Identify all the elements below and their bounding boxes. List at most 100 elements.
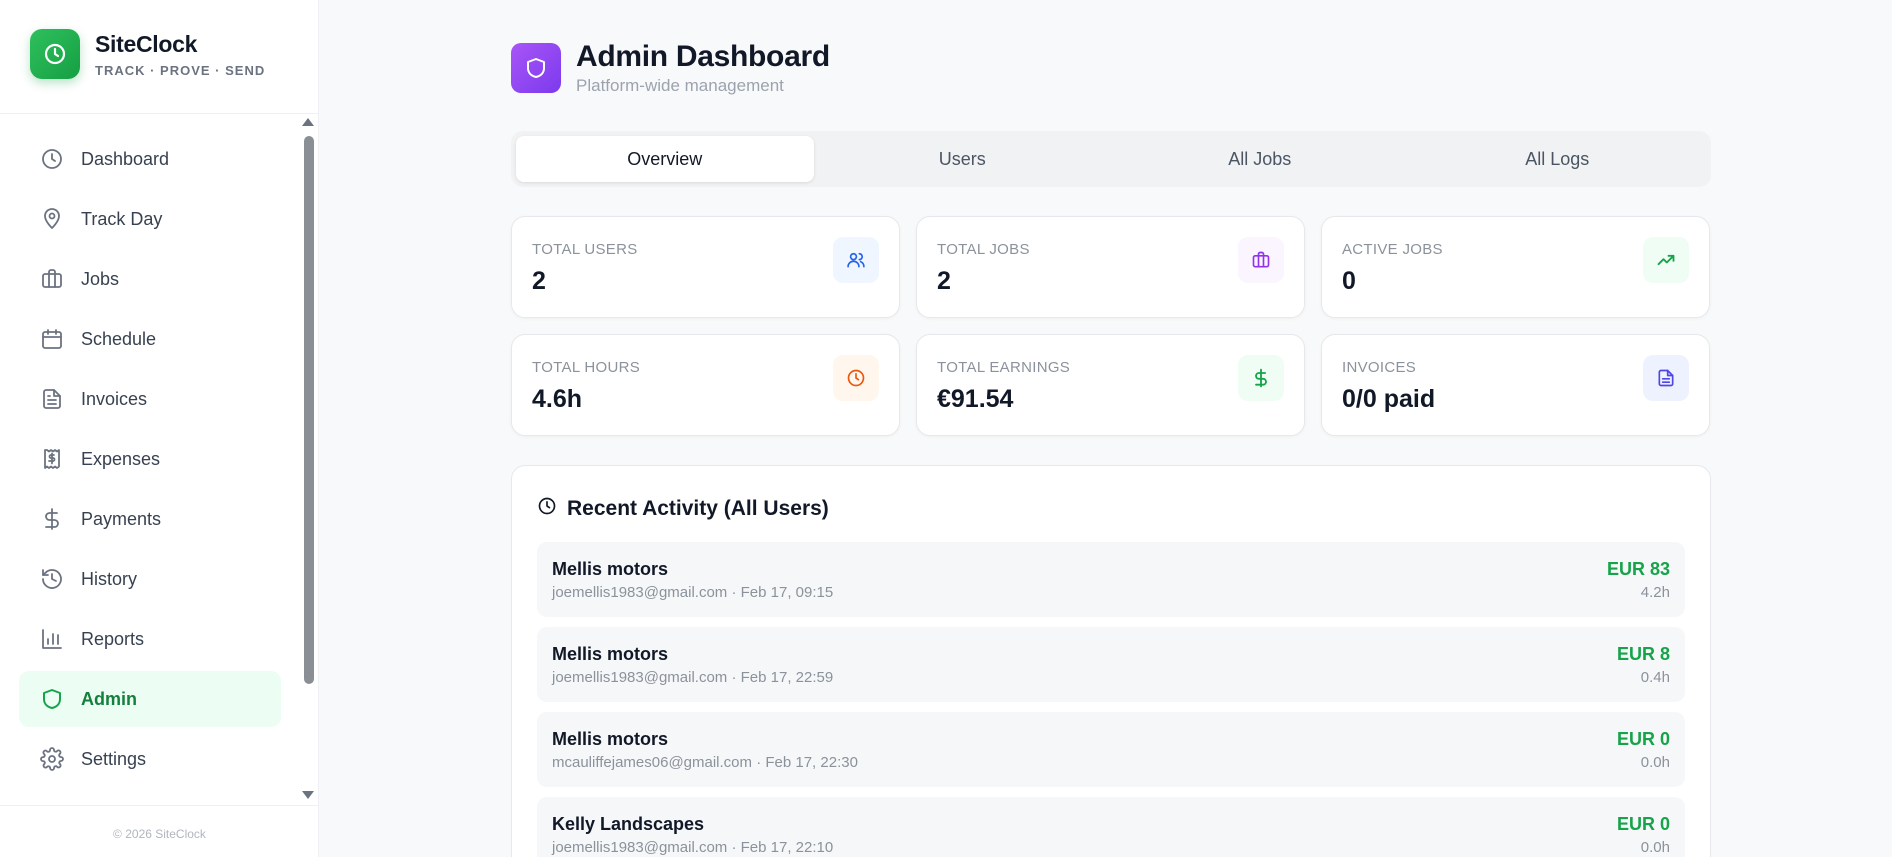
clock-icon [39,146,65,172]
page-header: Admin Dashboard Platform-wide management [511,40,830,96]
stat-value: 4.6h [532,385,583,413]
sidebar-item-jobs[interactable]: Jobs [19,251,281,307]
clock-icon [833,355,879,401]
list-item[interactable]: Kelly Landscapes joemellis1983@gmail.com… [537,797,1685,857]
gear-icon [39,746,65,772]
page-title: Admin Dashboard [576,40,830,73]
history-icon [39,566,65,592]
stat-value: €91.54 [937,385,1014,413]
sidebar-item-reports[interactable]: Reports [19,611,281,667]
stat-value: 2 [532,267,546,295]
copyright: © 2026 SiteClock [113,827,206,841]
dollar-icon [1238,355,1284,401]
divider [0,805,319,806]
stat-label: TOTAL HOURS [532,359,641,376]
stat-value: 2 [937,267,951,295]
sidebar-item-label: Jobs [81,268,120,289]
sidebar-item-settings[interactable]: Settings [19,731,281,787]
sidebar-item-invoices[interactable]: Invoices [19,371,281,427]
clock-icon [30,29,80,79]
stat-card-total-earnings: TOTAL EARNINGS €91.54 [916,334,1305,436]
tab-all-logs[interactable]: All Logs [1409,136,1707,182]
tab-overview[interactable]: Overview [516,136,814,182]
receipt-icon [39,446,65,472]
sidebar-item-label: History [81,568,138,589]
job-name: Mellis motors [552,644,669,664]
entry-amount: EUR 8 [1616,644,1670,664]
job-name: Mellis motors [552,559,669,579]
job-name: Kelly Landscapes [552,814,705,834]
users-icon [833,237,879,283]
divider [0,113,319,114]
stat-label: TOTAL EARNINGS [937,359,1071,376]
sidebar-item-dashboard[interactable]: Dashboard [19,131,281,187]
sidebar-item-label: Reports [81,628,145,649]
entry-hours: 4.2h [1640,584,1670,601]
sidebar-item-expenses[interactable]: Expenses [19,431,281,487]
sidebar-item-label: Admin [81,688,137,709]
entry-hours: 0.4h [1640,669,1670,686]
stat-label: ACTIVE JOBS [1342,241,1443,258]
entry-meta: mcauliffejames06@gmail.com · Feb 17, 22:… [552,754,858,771]
brand[interactable]: SiteClock TRACK · PROVE · SEND [30,29,265,79]
entry-meta: joemellis1983@gmail.com · Feb 17, 22:10 [552,839,834,856]
stat-card-total-hours: TOTAL HOURS 4.6h [511,334,900,436]
sidebar-nav: Dashboard Track Day Jobs Schedule Invoic… [19,131,281,791]
sidebar-item-label: Expenses [81,448,161,469]
bar-chart-icon [39,626,65,652]
list-item[interactable]: Mellis motors mcauliffejames06@gmail.com… [537,712,1685,787]
calendar-icon [39,326,65,352]
briefcase-icon [39,266,65,292]
entry-meta: joemellis1983@gmail.com · Feb 17, 22:59 [552,669,834,686]
activity-header: Recent Activity (All Users) [537,496,829,521]
scroll-down-arrow[interactable] [302,791,314,799]
file-text-icon [1643,355,1689,401]
sidebar-item-label: Payments [81,508,162,529]
sidebar-item-admin[interactable]: Admin [19,671,281,727]
stat-value: 0/0 paid [1342,385,1436,413]
activity-list: Mellis motors joemellis1983@gmail.com · … [537,542,1685,857]
sidebar-item-label: Invoices [81,388,148,409]
stat-card-total-users: TOTAL USERS 2 [511,216,900,318]
scroll-up-arrow[interactable] [302,118,314,126]
sidebar-item-payments[interactable]: Payments [19,491,281,547]
file-text-icon [39,386,65,412]
scrollbar-thumb[interactable] [304,136,314,684]
map-pin-icon [39,206,65,232]
sidebar-item-history[interactable]: History [19,551,281,607]
stat-value: 0 [1342,267,1356,295]
brand-name: SiteClock [95,30,198,57]
tab-users[interactable]: Users [814,136,1112,182]
job-name: Mellis motors [552,729,669,749]
page-subtitle: Platform-wide management [576,76,784,95]
tab-all-jobs[interactable]: All Jobs [1111,136,1409,182]
dollar-icon [39,506,65,532]
list-item[interactable]: Mellis motors joemellis1983@gmail.com · … [537,542,1685,617]
stat-card-invoices: INVOICES 0/0 paid [1321,334,1710,436]
stat-label: TOTAL USERS [532,241,638,258]
entry-meta: joemellis1983@gmail.com · Feb 17, 09:15 [552,584,834,601]
list-item[interactable]: Mellis motors joemellis1983@gmail.com · … [537,627,1685,702]
stat-card-total-jobs: TOTAL JOBS 2 [916,216,1305,318]
sidebar-item-label: Dashboard [81,148,170,169]
sidebar-item-label: Track Day [81,208,163,229]
stat-card-active-jobs: ACTIVE JOBS 0 [1321,216,1710,318]
entry-amount: EUR 83 [1606,559,1670,579]
entry-hours: 0.0h [1640,839,1670,856]
sidebar: SiteClock TRACK · PROVE · SEND Dashboard… [0,0,319,857]
sidebar-item-label: Settings [81,748,147,769]
tab-bar: Overview Users All Jobs All Logs [511,131,1711,187]
sidebar-item-schedule[interactable]: Schedule [19,311,281,367]
shield-icon [39,686,65,712]
entry-amount: EUR 0 [1616,729,1670,749]
trending-up-icon [1643,237,1689,283]
sidebar-item-label: Schedule [81,328,157,349]
briefcase-icon [1238,237,1284,283]
sidebar-item-track-day[interactable]: Track Day [19,191,281,247]
brand-tagline: TRACK · PROVE · SEND [95,62,266,78]
stat-label: INVOICES [1342,359,1417,376]
entry-amount: EUR 0 [1616,814,1670,834]
stat-label: TOTAL JOBS [937,241,1030,258]
activity-title: Recent Activity (All Users) [567,496,829,520]
entry-hours: 0.0h [1640,754,1670,771]
